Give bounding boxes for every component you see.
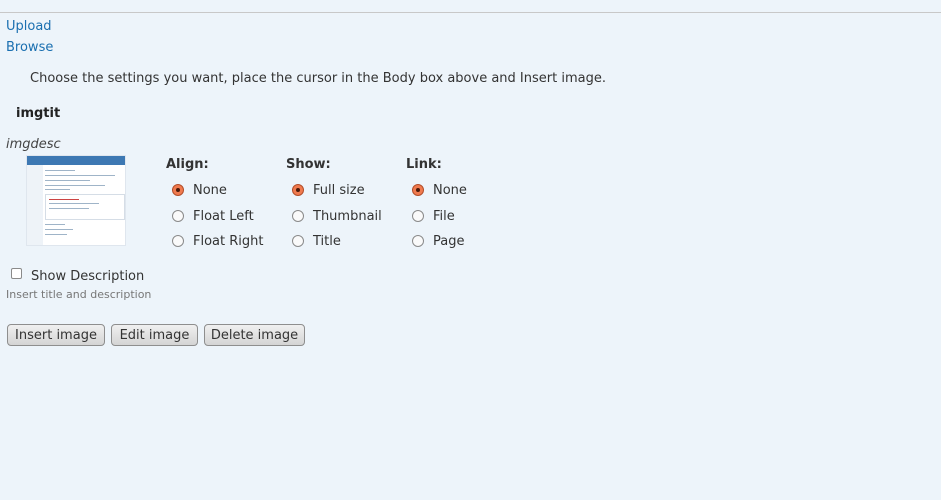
insert-image-button[interactable]: Insert image [7,324,105,346]
image-thumbnail [26,155,126,246]
align-option-float-left[interactable]: Float Left [172,208,254,224]
instructions-text: Choose the settings you want, place the … [30,71,606,86]
link-option-file[interactable]: File [412,208,455,224]
browse-link[interactable]: Browse [6,40,53,55]
link-option-none[interactable]: None [412,182,467,198]
show-option-full-size[interactable]: Full size [292,182,365,198]
show-thumbnail-label: Thumbnail [313,208,382,224]
show-option-thumbnail[interactable]: Thumbnail [292,208,382,224]
align-option-none[interactable]: None [172,182,227,198]
link-none-label: None [433,182,467,198]
show-title-label: Title [313,233,341,249]
image-description: imgdesc [6,137,61,152]
align-float-right-label: Float Right [193,233,264,249]
show-heading: Show: [286,157,331,172]
link-heading: Link: [406,157,442,172]
top-divider [0,12,941,13]
link-none-radio[interactable] [412,184,424,196]
link-option-page[interactable]: Page [412,233,464,249]
align-none-radio[interactable] [172,184,184,196]
link-file-radio[interactable] [412,210,424,222]
show-description-label: Show Description [31,269,145,284]
show-full-size-label: Full size [313,182,365,198]
align-float-left-radio[interactable] [172,210,184,222]
show-full-size-radio[interactable] [292,184,304,196]
show-thumbnail-radio[interactable] [292,210,304,222]
align-heading: Align: [166,157,209,172]
align-float-left-label: Float Left [193,208,254,224]
align-none-label: None [193,182,227,198]
show-description-hint: Insert title and description [6,288,152,301]
align-float-right-radio[interactable] [172,235,184,247]
delete-image-button[interactable]: Delete image [204,324,305,346]
upload-link[interactable]: Upload [6,19,52,34]
link-page-label: Page [433,233,465,249]
link-page-radio[interactable] [412,235,424,247]
link-file-label: File [433,208,455,224]
align-option-float-right[interactable]: Float Right [172,233,263,249]
show-description-checkbox[interactable] [11,268,22,279]
show-option-title[interactable]: Title [292,233,341,249]
image-title: imgtit [16,106,61,121]
edit-image-button[interactable]: Edit image [111,324,198,346]
show-title-radio[interactable] [292,235,304,247]
